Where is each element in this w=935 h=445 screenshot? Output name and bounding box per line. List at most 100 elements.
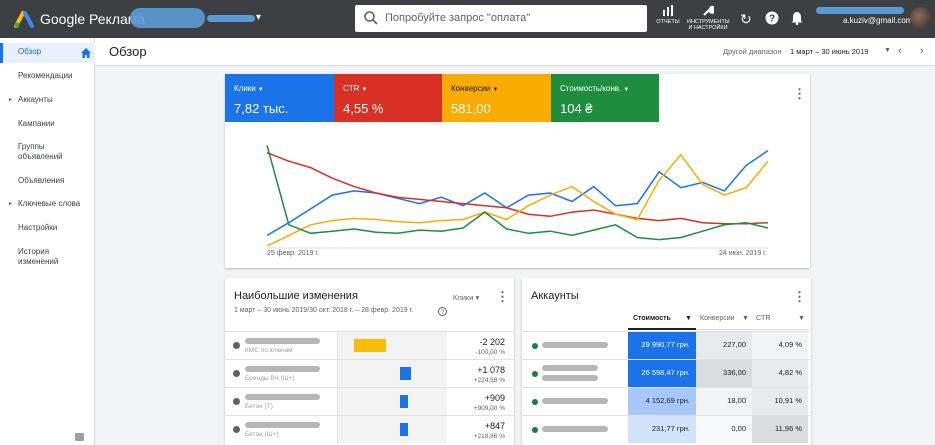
column-dropdown-icon[interactable]: ▼ [798,315,805,322]
date-range-label: Другой диапазон [723,47,782,56]
metric-label: Конверсии [451,84,491,93]
status-dot [532,399,538,405]
account-dropdown-icon[interactable]: ▾ [256,12,261,23]
column-header-cost[interactable]: Стоимость ▼ [628,310,696,330]
change-bar-area [337,332,447,359]
change-bar [400,367,411,380]
card-subtitle: 1 март – 30 июнь 2019/30 окт. 2018 г. – … [234,307,414,314]
date-range-dropdown-icon[interactable]: ▼ [884,47,891,54]
table-row[interactable]: 26 598,47 грн. 336,00 4,82 % [522,359,811,387]
column-dropdown-icon[interactable]: ▼ [742,315,749,322]
account-selector[interactable] [130,8,205,28]
change-value: +1 078 [477,365,505,375]
metric-selector[interactable]: Клики ▾ [453,293,479,302]
notifications-bell-icon[interactable] [791,11,803,25]
campaign-name-redacted [245,394,320,400]
more-options-icon[interactable]: ⋮ [793,86,806,102]
home-icon [81,48,91,58]
table-row[interactable]: 4 152,69 грн. 18,00 10,91 % [522,387,811,415]
sidebar-item-label: Группы объявлений [18,142,63,161]
table-row[interactable]: 231,77 грн. 0,00 11,96 % [522,415,811,443]
column-header-ctr[interactable]: CTR ▼ [752,310,808,330]
sidebar-item-keywords[interactable]: ▸ Ключевые слова [0,195,95,215]
metric-ctr[interactable]: CTR ▼ 4,55 % [334,74,442,122]
sidebar-item-change-history[interactable]: История изменений [0,243,95,269]
metric-dropdown-icon[interactable]: ▼ [493,87,499,93]
table-row[interactable]: 29 990,77 грн. 227,00 4,09 % [522,331,811,359]
table-row[interactable]: КМС по ключам -2 202 -100,00 % [225,331,514,359]
sidebar-item-overview[interactable]: Обзор [0,43,95,63]
sort-icon[interactable]: ▼ [685,315,692,322]
help-icon[interactable]: ? [765,11,779,25]
metric-label: Стоимость/конв. [560,84,622,93]
status-dot [532,371,538,377]
search-box[interactable]: Попробуйте запрос "оплата" [355,5,647,32]
sidebar-item-label: Рекомендации [18,71,73,80]
cost-cell: 231,77 грн. [628,416,696,443]
expand-caret-icon[interactable]: ▸ [9,96,12,103]
table-row[interactable]: Бетон (Ш+) +847 +218,86 % [225,415,514,443]
metric-cost-per-conversion[interactable]: Стоимость/конв. ▼ 104 ₴ [551,74,659,122]
svg-text:?: ? [769,14,775,25]
performance-line-chart [266,145,769,249]
card-title: Аккаунты [531,290,579,302]
change-bar [400,423,408,436]
account-name-redacted [542,398,608,404]
conversions-cell: 227,00 [696,332,752,359]
metric-dropdown-icon[interactable]: ▼ [361,87,367,93]
account-name-redacted [542,365,598,371]
x-axis-end-label: 24 июн. 2019 г. [719,250,767,257]
account-name-redacted [542,342,608,348]
change-bar [354,339,386,352]
reports-label: ОТЧЕТЫ [656,19,680,25]
next-period-icon[interactable]: › [920,45,924,57]
metric-label: Клики [234,84,256,93]
more-options-icon[interactable]: ⋮ [496,289,509,305]
table-row[interactable]: Бренды ВЧ (Ш+) +1 078 +224,58 % [225,359,514,387]
campaign-subtitle: Бетон (Т) [245,403,273,410]
account-id-redacted [542,375,598,381]
sidebar-item-label: История изменений [18,247,59,266]
ctr-cell: 4,82 % [752,360,808,387]
tools-button[interactable]: ИНСТРУМЕНТЫ И НАСТРОЙКИ [687,5,730,31]
date-range-picker[interactable]: 1 март – 30 июнь 2019 [790,47,868,56]
status-dot [532,343,538,349]
sidebar-item-settings[interactable]: Настройки [0,219,95,239]
table-row[interactable]: Бетон (Т) +909 +909,00 % [225,387,514,415]
google-ads-logo-icon[interactable] [14,10,34,28]
sidebar-item-label: Кампании [18,119,55,128]
avatar[interactable] [910,7,932,29]
sidebar-item-ads[interactable]: Объявления [0,172,95,192]
reports-button[interactable]: ОТЧЕТЫ [655,5,681,25]
metric-dropdown-icon[interactable]: ▼ [258,87,264,93]
column-header-conversions[interactable]: Конверсии ▼ [696,310,752,330]
feedback-icon[interactable] [75,433,84,441]
campaign-subtitle: КМС по ключам [245,347,293,354]
top-bar: Google Реклама ▾ Попробуйте запрос "опла… [0,0,935,38]
conversions-cell: 0,00 [696,416,752,443]
x-axis-start-label: 25 февр. 2019 г. [267,250,320,257]
metric-conversions[interactable]: Конверсии ▼ 581,00 [442,74,551,122]
metric-clicks[interactable]: Клики ▼ 7,82 тыс. [225,74,334,122]
sidebar-item-recommendations[interactable]: Рекомендации [0,67,95,87]
page-title: Обзор [109,44,147,59]
refresh-icon[interactable]: ↻ [740,11,752,28]
more-options-icon[interactable]: ⋮ [793,289,806,305]
card-title: Наибольшие изменения [234,290,358,302]
page-header: Обзор Другой диапазон 1 март – 30 июнь 2… [95,38,935,66]
metric-dropdown-icon[interactable]: ▼ [623,87,629,93]
search-input[interactable]: Попробуйте запрос "оплата" [385,12,530,24]
ctr-cell: 11,96 % [752,416,808,443]
sidebar-item-campaigns[interactable]: Кампании [0,115,95,135]
prev-period-icon[interactable]: ‹ [898,45,902,57]
column-header-label: Конверсии [700,315,735,322]
change-percent: +909,00 % [473,405,505,412]
help-icon[interactable]: ? [438,307,447,316]
account-name-redacted [542,426,608,432]
reports-icon [663,5,673,16]
sidebar-item-accounts[interactable]: ▸ Аккаунты [0,91,95,111]
sidebar-item-ad-groups[interactable]: Группы объявлений [0,138,95,164]
status-dot [233,398,240,405]
expand-caret-icon[interactable]: ▸ [9,200,12,207]
tools-label: ИНСТРУМЕНТЫ И НАСТРОЙКИ [687,19,730,31]
